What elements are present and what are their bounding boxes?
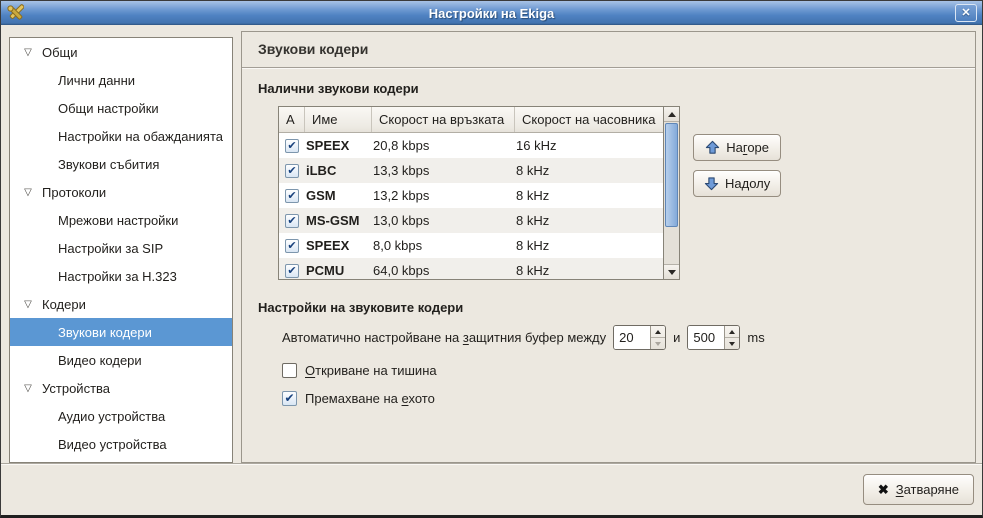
close-dialog-label: Затваряне — [896, 482, 959, 497]
table-row[interactable]: ✔ MS-GSM 13,0 kbps 8 kHz — [279, 208, 663, 233]
sidebar-item-h323-settings[interactable]: Настройки за H.323 — [10, 262, 232, 290]
down-arrow-icon — [704, 176, 719, 191]
spin-up-button[interactable] — [651, 326, 665, 338]
codec-enabled-checkbox[interactable]: ✔ — [285, 239, 299, 253]
table-row[interactable]: ✔ GSM 13,2 kbps 8 kHz — [279, 183, 663, 208]
expander-icon[interactable]: ▽ — [20, 299, 36, 310]
spin-down-button[interactable] — [651, 338, 665, 349]
available-codecs-section-label: Налични звукови кодери — [258, 81, 975, 96]
main-panel: Звукови кодери Налични звукови кодери A … — [241, 31, 976, 463]
echo-cancellation-checkbox[interactable]: ✔ — [282, 391, 297, 406]
close-x-icon: ✖ — [878, 482, 889, 498]
scroll-down-button[interactable] — [664, 264, 679, 279]
table-row[interactable]: ✔ SPEEX 8,0 kbps 8 kHz — [279, 233, 663, 258]
window-title: Настройки на Ekiga — [1, 6, 982, 21]
echo-cancellation-label: Премахване на ехото — [305, 391, 435, 406]
expander-icon[interactable]: ▽ — [20, 187, 36, 198]
scroll-up-button[interactable] — [664, 107, 679, 122]
column-header-name[interactable]: Име — [305, 107, 372, 132]
sidebar-item-call-options[interactable]: Настройки на обажданията — [10, 122, 232, 150]
sidebar-item-personal-data[interactable]: Лични данни — [10, 66, 232, 94]
silence-detection-checkbox[interactable] — [282, 363, 297, 378]
table-scrollbar[interactable] — [663, 107, 679, 279]
sidebar-item-video-codecs[interactable]: Видео кодери — [10, 346, 232, 374]
jitter-min-spinbox — [613, 325, 666, 350]
move-down-label: Надолу — [725, 176, 770, 191]
sidebar-group-protocols[interactable]: ▽ Протоколи — [10, 178, 232, 206]
jitter-max-spinbox — [687, 325, 740, 350]
sidebar-item-sip-settings[interactable]: Настройки за SIP — [10, 234, 232, 262]
sidebar-tree: ▽ Общи Лични данни Общи настройки Настро… — [9, 37, 233, 463]
codec-table: A Име Скорост на връзката Скорост на час… — [278, 106, 680, 280]
move-up-label: Нагоре — [726, 140, 769, 155]
move-down-button[interactable]: Надолу — [693, 170, 781, 197]
scrollbar-thumb[interactable] — [665, 123, 678, 227]
sidebar-item-video-devices[interactable]: Видео устройства — [10, 430, 232, 458]
codec-settings-section-label: Настройки на звуковите кодери — [258, 300, 975, 315]
move-up-button[interactable]: Нагоре — [693, 134, 781, 161]
table-row[interactable]: ✔ PCMU 64,0 kbps 8 kHz — [279, 258, 663, 279]
table-row[interactable]: ✔ SPEEX 20,8 kbps 16 kHz — [279, 133, 663, 158]
sidebar-item-audio-devices[interactable]: Аудио устройства — [10, 402, 232, 430]
jitter-conjunction-label: и — [673, 330, 680, 345]
spin-up-button[interactable] — [725, 326, 739, 338]
sidebar-group-codecs[interactable]: ▽ Кодери — [10, 290, 232, 318]
column-header-bitrate[interactable]: Скорост на връзката — [372, 107, 515, 132]
codec-enabled-checkbox[interactable]: ✔ — [285, 264, 299, 278]
codec-enabled-checkbox[interactable]: ✔ — [285, 189, 299, 203]
window-close-button[interactable]: ✕ — [955, 4, 977, 22]
jitter-min-spin-buttons — [650, 326, 665, 349]
silence-detection-label: Откриване на тишина — [305, 363, 437, 378]
jitter-max-spin-buttons — [724, 326, 739, 349]
sidebar-item-sound-events[interactable]: Звукови събития — [10, 150, 232, 178]
sidebar-item-network-settings[interactable]: Мрежови настройки — [10, 206, 232, 234]
codec-enabled-checkbox[interactable]: ✔ — [285, 214, 299, 228]
jitter-min-input[interactable] — [614, 326, 650, 349]
titlebar: Настройки на Ekiga ✕ — [1, 1, 982, 25]
table-header: A Име Скорост на връзката Скорост на час… — [279, 107, 663, 133]
page-title: Звукови кодери — [242, 32, 975, 67]
arrow-down-icon — [668, 270, 676, 275]
tools-window-icon — [6, 4, 24, 22]
close-dialog-button[interactable]: ✖ Затваряне — [863, 474, 974, 505]
sidebar-item-audio-codecs[interactable]: Звукови кодери — [10, 318, 232, 346]
arrow-up-icon — [668, 112, 676, 117]
spin-down-button[interactable] — [725, 338, 739, 349]
expander-icon[interactable]: ▽ — [20, 47, 36, 58]
arrow-down-icon — [655, 342, 661, 346]
jitter-unit-label: ms — [747, 330, 764, 345]
up-arrow-icon — [705, 140, 720, 155]
column-header-clockrate[interactable]: Скорост на часовника — [515, 107, 663, 132]
codec-enabled-checkbox[interactable]: ✔ — [285, 164, 299, 178]
sidebar-group-general[interactable]: ▽ Общи — [10, 38, 232, 66]
table-row[interactable]: ✔ iLBC 13,3 kbps 8 kHz — [279, 158, 663, 183]
codec-enabled-checkbox[interactable]: ✔ — [285, 139, 299, 153]
arrow-down-icon — [729, 342, 735, 346]
sidebar-group-devices[interactable]: ▽ Устройства — [10, 374, 232, 402]
sidebar-item-general-settings[interactable]: Общи настройки — [10, 94, 232, 122]
arrow-up-icon — [729, 330, 735, 334]
footer-separator — [1, 463, 982, 465]
expander-icon[interactable]: ▽ — [20, 383, 36, 394]
preferences-window: Настройки на Ekiga ✕ ▽ Общи Лични данни … — [0, 0, 983, 518]
jitter-max-input[interactable] — [688, 326, 724, 349]
jitter-buffer-label: Автоматично настройване на защитния буфе… — [282, 330, 606, 345]
column-header-active[interactable]: A — [279, 107, 305, 132]
separator — [242, 67, 975, 69]
arrow-up-icon — [655, 330, 661, 334]
